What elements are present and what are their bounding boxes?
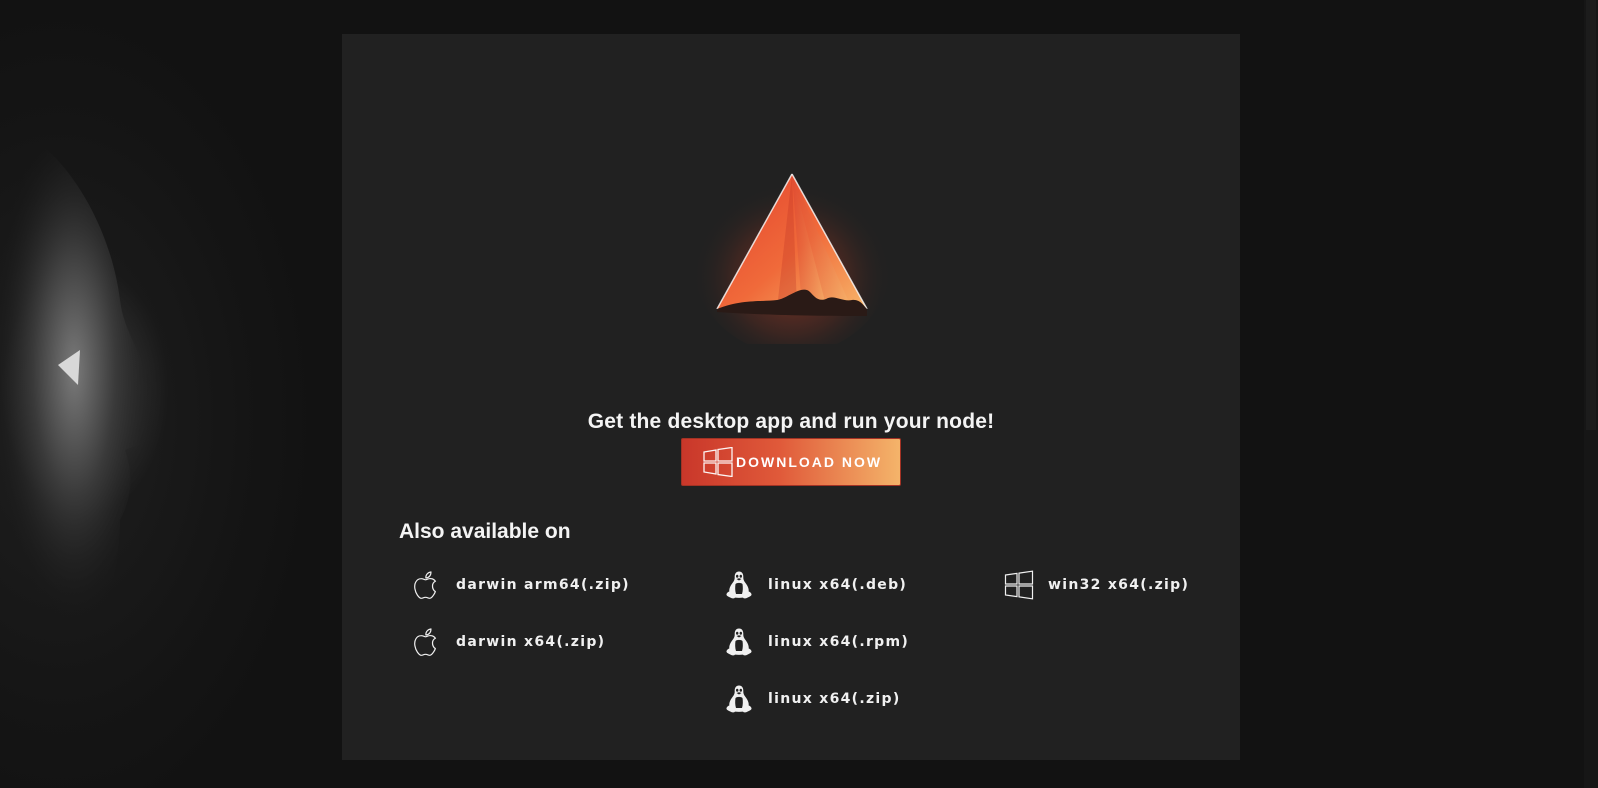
also-available-title: Also available on <box>399 520 571 543</box>
platform-label: darwin arm64(.zip) <box>456 577 630 593</box>
download-linux-deb-link[interactable]: linux x64(.deb) <box>724 570 907 600</box>
linux-tux-icon <box>726 571 752 599</box>
windows-icon <box>703 447 733 477</box>
download-linux-zip-link[interactable]: linux x64(.zip) <box>724 684 901 714</box>
page-headline: Get the desktop app and run your node! <box>587 410 995 433</box>
windows-icon <box>1004 570 1034 600</box>
download-now-label: DOWNLOAD NOW <box>736 454 883 470</box>
download-win32-zip-link[interactable]: win32 x64(.zip) <box>1004 570 1189 600</box>
download-darwin-x64-link[interactable]: darwin x64(.zip) <box>412 627 605 657</box>
download-linux-rpm-link[interactable]: linux x64(.rpm) <box>724 627 909 657</box>
app-logo-icon <box>692 164 892 344</box>
platform-label: linux x64(.deb) <box>768 577 908 593</box>
face-silhouette-image <box>0 120 165 620</box>
apple-icon <box>414 628 437 656</box>
page-scrollbar[interactable] <box>1584 0 1598 788</box>
apple-icon <box>414 571 437 599</box>
linux-tux-icon <box>726 628 752 656</box>
platform-label: win32 x64(.zip) <box>1048 577 1190 593</box>
platform-label: darwin x64(.zip) <box>456 634 606 650</box>
platform-label: linux x64(.zip) <box>768 691 901 707</box>
download-panel: Get the desktop app and run your node! D… <box>342 34 1240 760</box>
scrollbar-thumb[interactable] <box>1586 0 1596 430</box>
linux-tux-icon <box>726 685 752 713</box>
download-now-button[interactable]: DOWNLOAD NOW <box>681 438 901 486</box>
platform-label: linux x64(.rpm) <box>768 634 910 650</box>
download-darwin-arm64-link[interactable]: darwin arm64(.zip) <box>412 570 630 600</box>
